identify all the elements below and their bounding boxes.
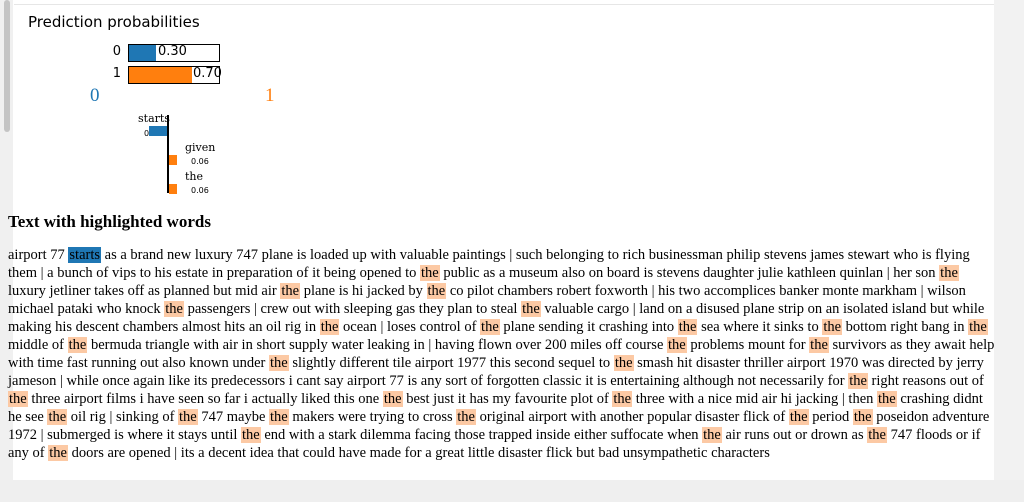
prob-value: 0.70 bbox=[193, 66, 222, 81]
feature-bar bbox=[169, 184, 177, 194]
highlighted-word: the bbox=[8, 391, 28, 407]
highlighted-word: the bbox=[178, 409, 198, 425]
highlighted-word: the bbox=[241, 427, 261, 443]
prob-value: 0.30 bbox=[158, 44, 187, 59]
highlighted-word: the bbox=[456, 409, 476, 425]
highlighted-word: the bbox=[47, 409, 68, 425]
feature-value: 0.06 bbox=[191, 157, 209, 166]
highlighted-word: the bbox=[867, 427, 887, 443]
highlighted-word: the bbox=[382, 391, 403, 407]
highlighted-word: the bbox=[268, 355, 289, 371]
highlighted-word: the bbox=[788, 409, 809, 425]
highlighted-word: the bbox=[968, 319, 988, 335]
highlighted-word: the bbox=[677, 319, 698, 335]
highlighted-word: the bbox=[939, 265, 959, 281]
feature-word: the bbox=[185, 170, 204, 183]
text-heading: Text with highlighted words bbox=[8, 212, 211, 231]
prob-class-label: 0 bbox=[112, 44, 121, 59]
highlighted-word: the bbox=[877, 391, 897, 407]
prediction-panel: Prediction probabilities 0 0.30 1 0.70 0… bbox=[14, 4, 994, 201]
highlighted-word: the bbox=[319, 319, 340, 335]
highlighted-word: the bbox=[480, 319, 500, 335]
class-label-right: 1 bbox=[265, 85, 275, 106]
feature-value: 0.06 bbox=[191, 186, 209, 195]
feature-bar bbox=[149, 126, 167, 136]
highlighted-word: the bbox=[426, 283, 447, 299]
prob-class-label: 1 bbox=[112, 66, 121, 81]
highlighted-word: the bbox=[67, 337, 88, 353]
bottom-scrollbar[interactable] bbox=[0, 480, 1024, 502]
highlighted-word: the bbox=[521, 301, 541, 317]
feature-word: starts bbox=[138, 112, 170, 125]
highlighted-word: starts bbox=[68, 247, 102, 263]
highlighted-word: the bbox=[280, 283, 301, 299]
feature-axis bbox=[167, 115, 169, 193]
text-panel: Text with highlighted words airport 77 s… bbox=[8, 212, 998, 462]
highlighted-text: airport 77 starts as a brand new luxury … bbox=[8, 247, 995, 461]
prob-bar-fill bbox=[129, 67, 192, 83]
highlighted-word: the bbox=[702, 427, 722, 443]
highlighted-word: the bbox=[822, 319, 843, 335]
prediction-title: Prediction probabilities bbox=[28, 13, 200, 31]
prob-bar-fill bbox=[129, 45, 156, 61]
highlighted-word: the bbox=[48, 445, 68, 461]
highlighted-word: the bbox=[809, 337, 829, 353]
highlighted-word: the bbox=[613, 355, 634, 371]
feature-word: given bbox=[185, 141, 216, 154]
right-gutter bbox=[994, 0, 1024, 502]
highlighted-word: the bbox=[852, 409, 873, 425]
left-scrollbar-thumb[interactable] bbox=[4, 0, 10, 132]
highlighted-word: the bbox=[612, 391, 633, 407]
highlighted-word: the bbox=[269, 409, 289, 425]
highlighted-word: the bbox=[667, 337, 687, 353]
highlighted-word: the bbox=[420, 265, 440, 281]
class-label-left: 0 bbox=[90, 85, 100, 106]
highlighted-word: the bbox=[164, 301, 184, 317]
highlighted-word: the bbox=[848, 373, 868, 389]
feature-bar bbox=[169, 155, 177, 165]
